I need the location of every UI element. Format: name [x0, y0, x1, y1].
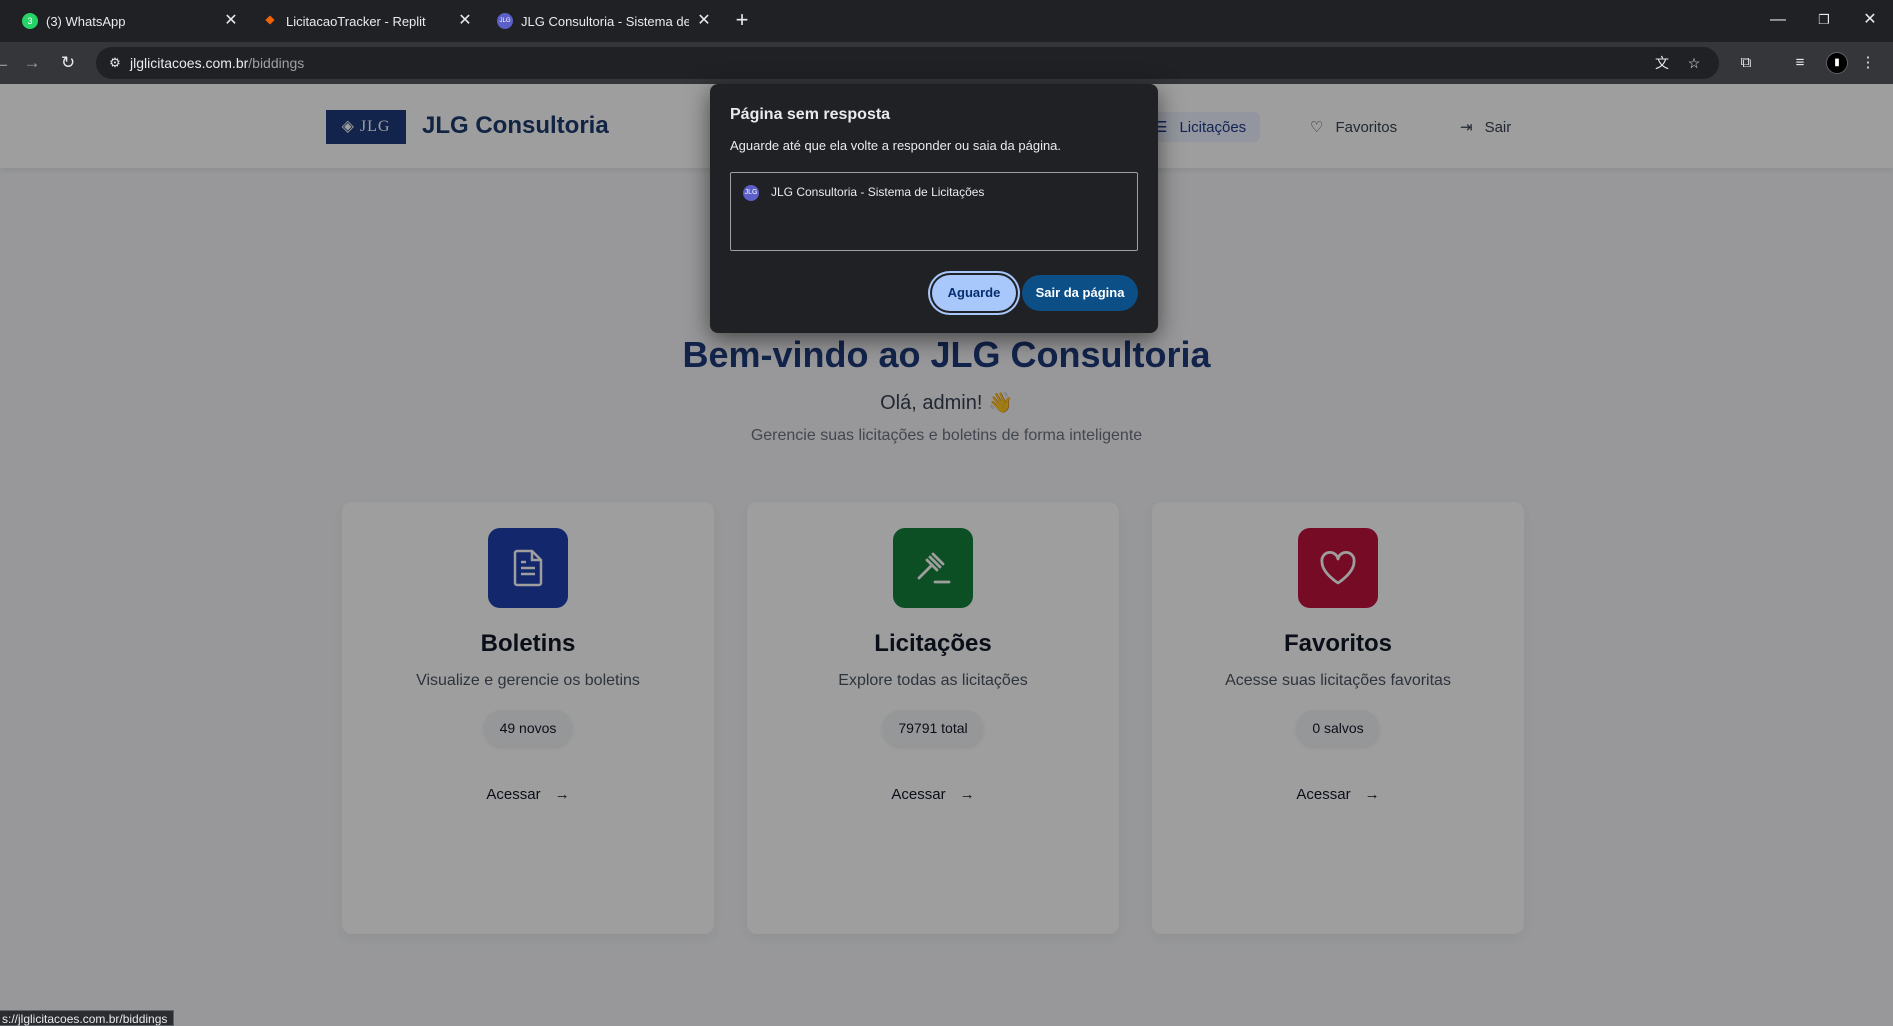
wait-button[interactable]: Aguarde: [932, 275, 1016, 311]
forward-icon[interactable]: →: [20, 51, 44, 75]
dialog-title: Página sem resposta: [730, 106, 891, 123]
jlg-icon: JLG: [743, 185, 759, 201]
tab-jlg[interactable]: JLG JLG Consultoria - Sistema de Li ✕: [497, 6, 713, 36]
close-tab-icon[interactable]: ✕: [456, 12, 474, 30]
url-path: /biddings: [248, 55, 305, 71]
url-host: jlglicitacoes.com.br: [130, 55, 249, 71]
browser-toolbar: ← → ↻ ⚙ jlglicitacoes.com.br/biddings 文 …: [0, 42, 1893, 84]
exit-page-button[interactable]: Sair da página: [1022, 275, 1138, 311]
status-bubble: s://jlglicitacoes.com.br/biddings: [0, 1010, 175, 1026]
bookmark-star-icon[interactable]: ☆: [1684, 53, 1704, 73]
reload-icon[interactable]: ↻: [56, 51, 80, 75]
restore-icon[interactable]: ❐: [1812, 8, 1836, 32]
close-tab-icon[interactable]: ✕: [695, 12, 713, 30]
tab-title: (3) WhatsApp: [46, 13, 126, 29]
dialog-message: Aguarde até que ela volte a responder ou…: [730, 138, 1062, 153]
tab-title: JLG Consultoria - Sistema de Li: [521, 13, 689, 29]
close-window-icon[interactable]: ✕: [1858, 8, 1882, 32]
menu-icon[interactable]: ⋮: [1856, 51, 1880, 75]
unresponsive-pages-list[interactable]: JLG JLG Consultoria - Sistema de Licitaç…: [730, 172, 1138, 251]
site-settings-icon[interactable]: ⚙: [106, 54, 124, 72]
new-tab-icon[interactable]: +: [732, 8, 752, 32]
address-bar[interactable]: ⚙ jlglicitacoes.com.br/biddings 文 ☆: [96, 47, 1719, 79]
page-unresponsive-dialog: Página sem resposta Aguarde até que ela …: [710, 84, 1158, 333]
whatsapp-icon: 3: [22, 13, 38, 29]
tab-strip: 3 (3) WhatsApp ✕ ⯁ LicitacaoTracker - Re…: [0, 0, 1893, 42]
extensions-icon[interactable]: ⧉: [1734, 51, 1758, 75]
profile-avatar-icon[interactable]: ▮: [1826, 52, 1848, 74]
jlg-icon: JLG: [497, 13, 513, 29]
url-text[interactable]: jlglicitacoes.com.br/biddings: [130, 55, 304, 71]
close-tab-icon[interactable]: ✕: [222, 12, 240, 30]
tab-title: LicitacaoTracker - Replit: [286, 13, 426, 29]
minimize-icon[interactable]: —: [1766, 8, 1790, 32]
tab-replit[interactable]: ⯁ LicitacaoTracker - Replit ✕: [262, 6, 474, 36]
replit-icon: ⯁: [264, 13, 276, 28]
media-controls-icon[interactable]: ≡: [1788, 51, 1812, 75]
list-item[interactable]: JLG Consultoria - Sistema de Licitações: [771, 185, 984, 199]
translate-icon[interactable]: 文: [1652, 53, 1672, 73]
tab-whatsapp[interactable]: 3 (3) WhatsApp ✕: [22, 6, 240, 36]
back-icon[interactable]: ←: [0, 51, 14, 75]
